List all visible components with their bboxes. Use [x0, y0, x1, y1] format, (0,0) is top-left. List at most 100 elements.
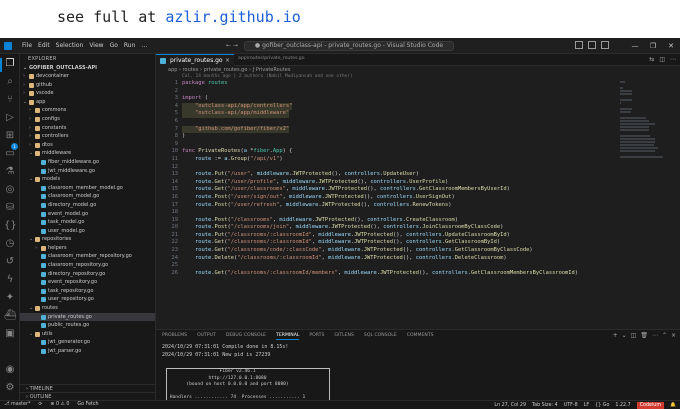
status-item[interactable]: LF: [584, 403, 589, 408]
panel-more-icon[interactable]: ⋯: [652, 332, 658, 339]
database-icon[interactable]: ⛁: [4, 202, 16, 214]
explorer-icon[interactable]: ❐: [4, 58, 16, 70]
tree-item[interactable]: public_routes.go: [20, 321, 155, 330]
menu-item[interactable]: File: [22, 42, 32, 49]
new-terminal-icon[interactable]: +: [613, 332, 618, 339]
more-actions-icon[interactable]: ⋯: [670, 56, 676, 63]
close-button[interactable]: ✕: [662, 38, 680, 54]
toggle-panel-icon[interactable]: [588, 41, 596, 49]
tree-item[interactable]: event_repository.go: [20, 278, 155, 287]
tree-item[interactable]: › helpers: [20, 244, 155, 253]
panel-tab[interactable]: PORTS: [309, 333, 324, 340]
tree-item[interactable]: directory_model.go: [20, 201, 155, 210]
menu-item[interactable]: View: [89, 42, 103, 49]
gitlens-icon[interactable]: ◎: [4, 184, 16, 196]
panel-tab[interactable]: SQL CONSOLE: [364, 333, 397, 340]
status-item[interactable]: ⎇ master*: [4, 402, 30, 407]
split-editor-icon[interactable]: ◫: [659, 56, 665, 63]
status-item[interactable]: Tab Size: 4: [532, 403, 558, 408]
panel-tab[interactable]: PROBLEMS: [162, 333, 187, 340]
tree-item[interactable]: classroom_member_model.go: [20, 184, 155, 193]
tree-item[interactable]: private_routes.go: [20, 312, 155, 322]
workspace-root[interactable]: ⌄ GOFIBER_OUTCLASS-API: [20, 64, 155, 72]
codeium-status[interactable]: Codeium: [636, 402, 665, 409]
tree-item[interactable]: › vscode: [20, 89, 155, 98]
tree-item[interactable]: ⌄ middleware: [20, 149, 155, 158]
tree-item[interactable]: classroom_repository.go: [20, 261, 155, 270]
tree-item[interactable]: ⌄ app: [20, 98, 155, 107]
compare-icon[interactable]: ⇆: [649, 56, 654, 63]
tree-item[interactable]: fiber_middleware.go: [20, 158, 155, 167]
tree-item[interactable]: classroom_model.go: [20, 192, 155, 201]
menu-item[interactable]: Selection: [56, 42, 84, 49]
tab-private-routes[interactable]: private_routes.go ×: [156, 54, 234, 66]
extensions-icon[interactable]: ⊞: [4, 130, 16, 142]
code-area[interactable]: 1 package routes 2 3 import (4 "outclass-api…: [156, 80, 680, 277]
maximize-panel-icon[interactable]: ⌃: [662, 332, 667, 339]
source-control-icon[interactable]: ⑂: [4, 94, 16, 106]
tree-item[interactable]: › configs: [20, 115, 155, 124]
tree-item[interactable]: user_repository.go: [20, 295, 155, 304]
split-terminal-icon[interactable]: ◫: [631, 332, 637, 339]
tree-item[interactable]: task_repository.go: [20, 287, 155, 296]
menu-item[interactable]: Go: [110, 42, 118, 49]
status-item[interactable]: ⟳: [38, 402, 42, 407]
testing-icon[interactable]: ⚗: [4, 166, 16, 178]
panel-tab[interactable]: OUTPUT: [197, 333, 216, 340]
tree-item[interactable]: › dtos: [20, 141, 155, 150]
banner-link[interactable]: azlir.github.io: [165, 8, 300, 26]
tree-item[interactable]: jwt_parser.go: [20, 347, 155, 356]
menu-item[interactable]: Run: [124, 42, 136, 49]
minimize-button[interactable]: —: [626, 38, 644, 54]
maximize-button[interactable]: ❐: [644, 38, 662, 54]
tree-item[interactable]: ⌄ models: [20, 175, 155, 184]
tree-item[interactable]: ⌄ repositories: [20, 235, 155, 244]
notifications-bell-icon[interactable]: 🔔: [670, 403, 676, 408]
terminal-icon[interactable]: ▣: [4, 328, 16, 340]
codeium-icon[interactable]: ✦: [4, 292, 16, 304]
minimap[interactable]: [620, 80, 668, 320]
settings-gear-icon[interactable]: ⚙: [4, 382, 16, 394]
panel-tab[interactable]: TERMINAL: [276, 333, 300, 340]
toggle-secondary-sidebar-icon[interactable]: [601, 41, 609, 49]
remote-explorer-icon[interactable]: ▭: [4, 148, 16, 160]
status-item[interactable]: UTF-8: [564, 403, 578, 408]
status-item[interactable]: ⊗ 0 ⚠ 0: [50, 402, 69, 407]
status-item[interactable]: 1.22.7: [615, 403, 630, 408]
close-panel-icon[interactable]: ×: [671, 332, 676, 339]
status-item[interactable]: {} Go: [595, 403, 609, 408]
tree-item[interactable]: › commons: [20, 106, 155, 115]
tree-item[interactable]: jwt_middleware.go: [20, 167, 155, 176]
tree-item[interactable]: event_model.go: [20, 210, 155, 219]
tree-item[interactable]: task_model.go: [20, 218, 155, 227]
tree-item[interactable]: ⌄ routes: [20, 304, 155, 313]
panel-tab[interactable]: COMMENTS: [407, 333, 434, 340]
tree-item[interactable]: directory_repository.go: [20, 270, 155, 279]
terminal-output[interactable]: 2024/10/29 07:31:01 Compile done in 8.15…: [162, 343, 288, 359]
command-center[interactable]: ● gofiber_outclass-api - private_routes.…: [244, 41, 454, 51]
close-tab-icon[interactable]: ×: [225, 55, 230, 66]
docker-icon[interactable]: ⛴: [4, 310, 17, 322]
tree-item[interactable]: classroom_member_repository.go: [20, 252, 155, 261]
toggle-sidebar-icon[interactable]: [575, 41, 583, 49]
thunder-client-icon[interactable]: ϟ: [4, 274, 16, 286]
panel-tab[interactable]: GITLENS: [334, 333, 354, 340]
status-item[interactable]: Go Fetch: [77, 402, 98, 407]
outline-section[interactable]: › OUTLINE: [20, 392, 155, 400]
tree-item[interactable]: › controllers: [20, 132, 155, 141]
timeline-section[interactable]: › TIMELINE: [20, 384, 155, 392]
nav-arrows[interactable]: ← →: [226, 42, 238, 49]
panel-tab[interactable]: DEBUG CONSOLE: [226, 333, 266, 340]
json-icon[interactable]: {}: [4, 220, 17, 232]
account-icon[interactable]: ◉: [4, 364, 16, 376]
kill-terminal-icon[interactable]: 🗑: [640, 332, 648, 339]
menu-item[interactable]: Edit: [38, 42, 50, 49]
timeline-icon[interactable]: ◷: [4, 238, 16, 250]
tree-item[interactable]: user_model.go: [20, 227, 155, 236]
terminal-dropdown-icon[interactable]: ⌄: [622, 332, 627, 339]
search-icon[interactable]: ⌕: [4, 76, 16, 88]
tree-item[interactable]: › constants: [20, 124, 155, 133]
tree-item[interactable]: ⌄ utils: [20, 330, 155, 339]
breadcrumb[interactable]: app › routes › private_routes.go › ƒ Pri…: [168, 67, 290, 73]
menu-item[interactable]: …: [141, 42, 147, 49]
